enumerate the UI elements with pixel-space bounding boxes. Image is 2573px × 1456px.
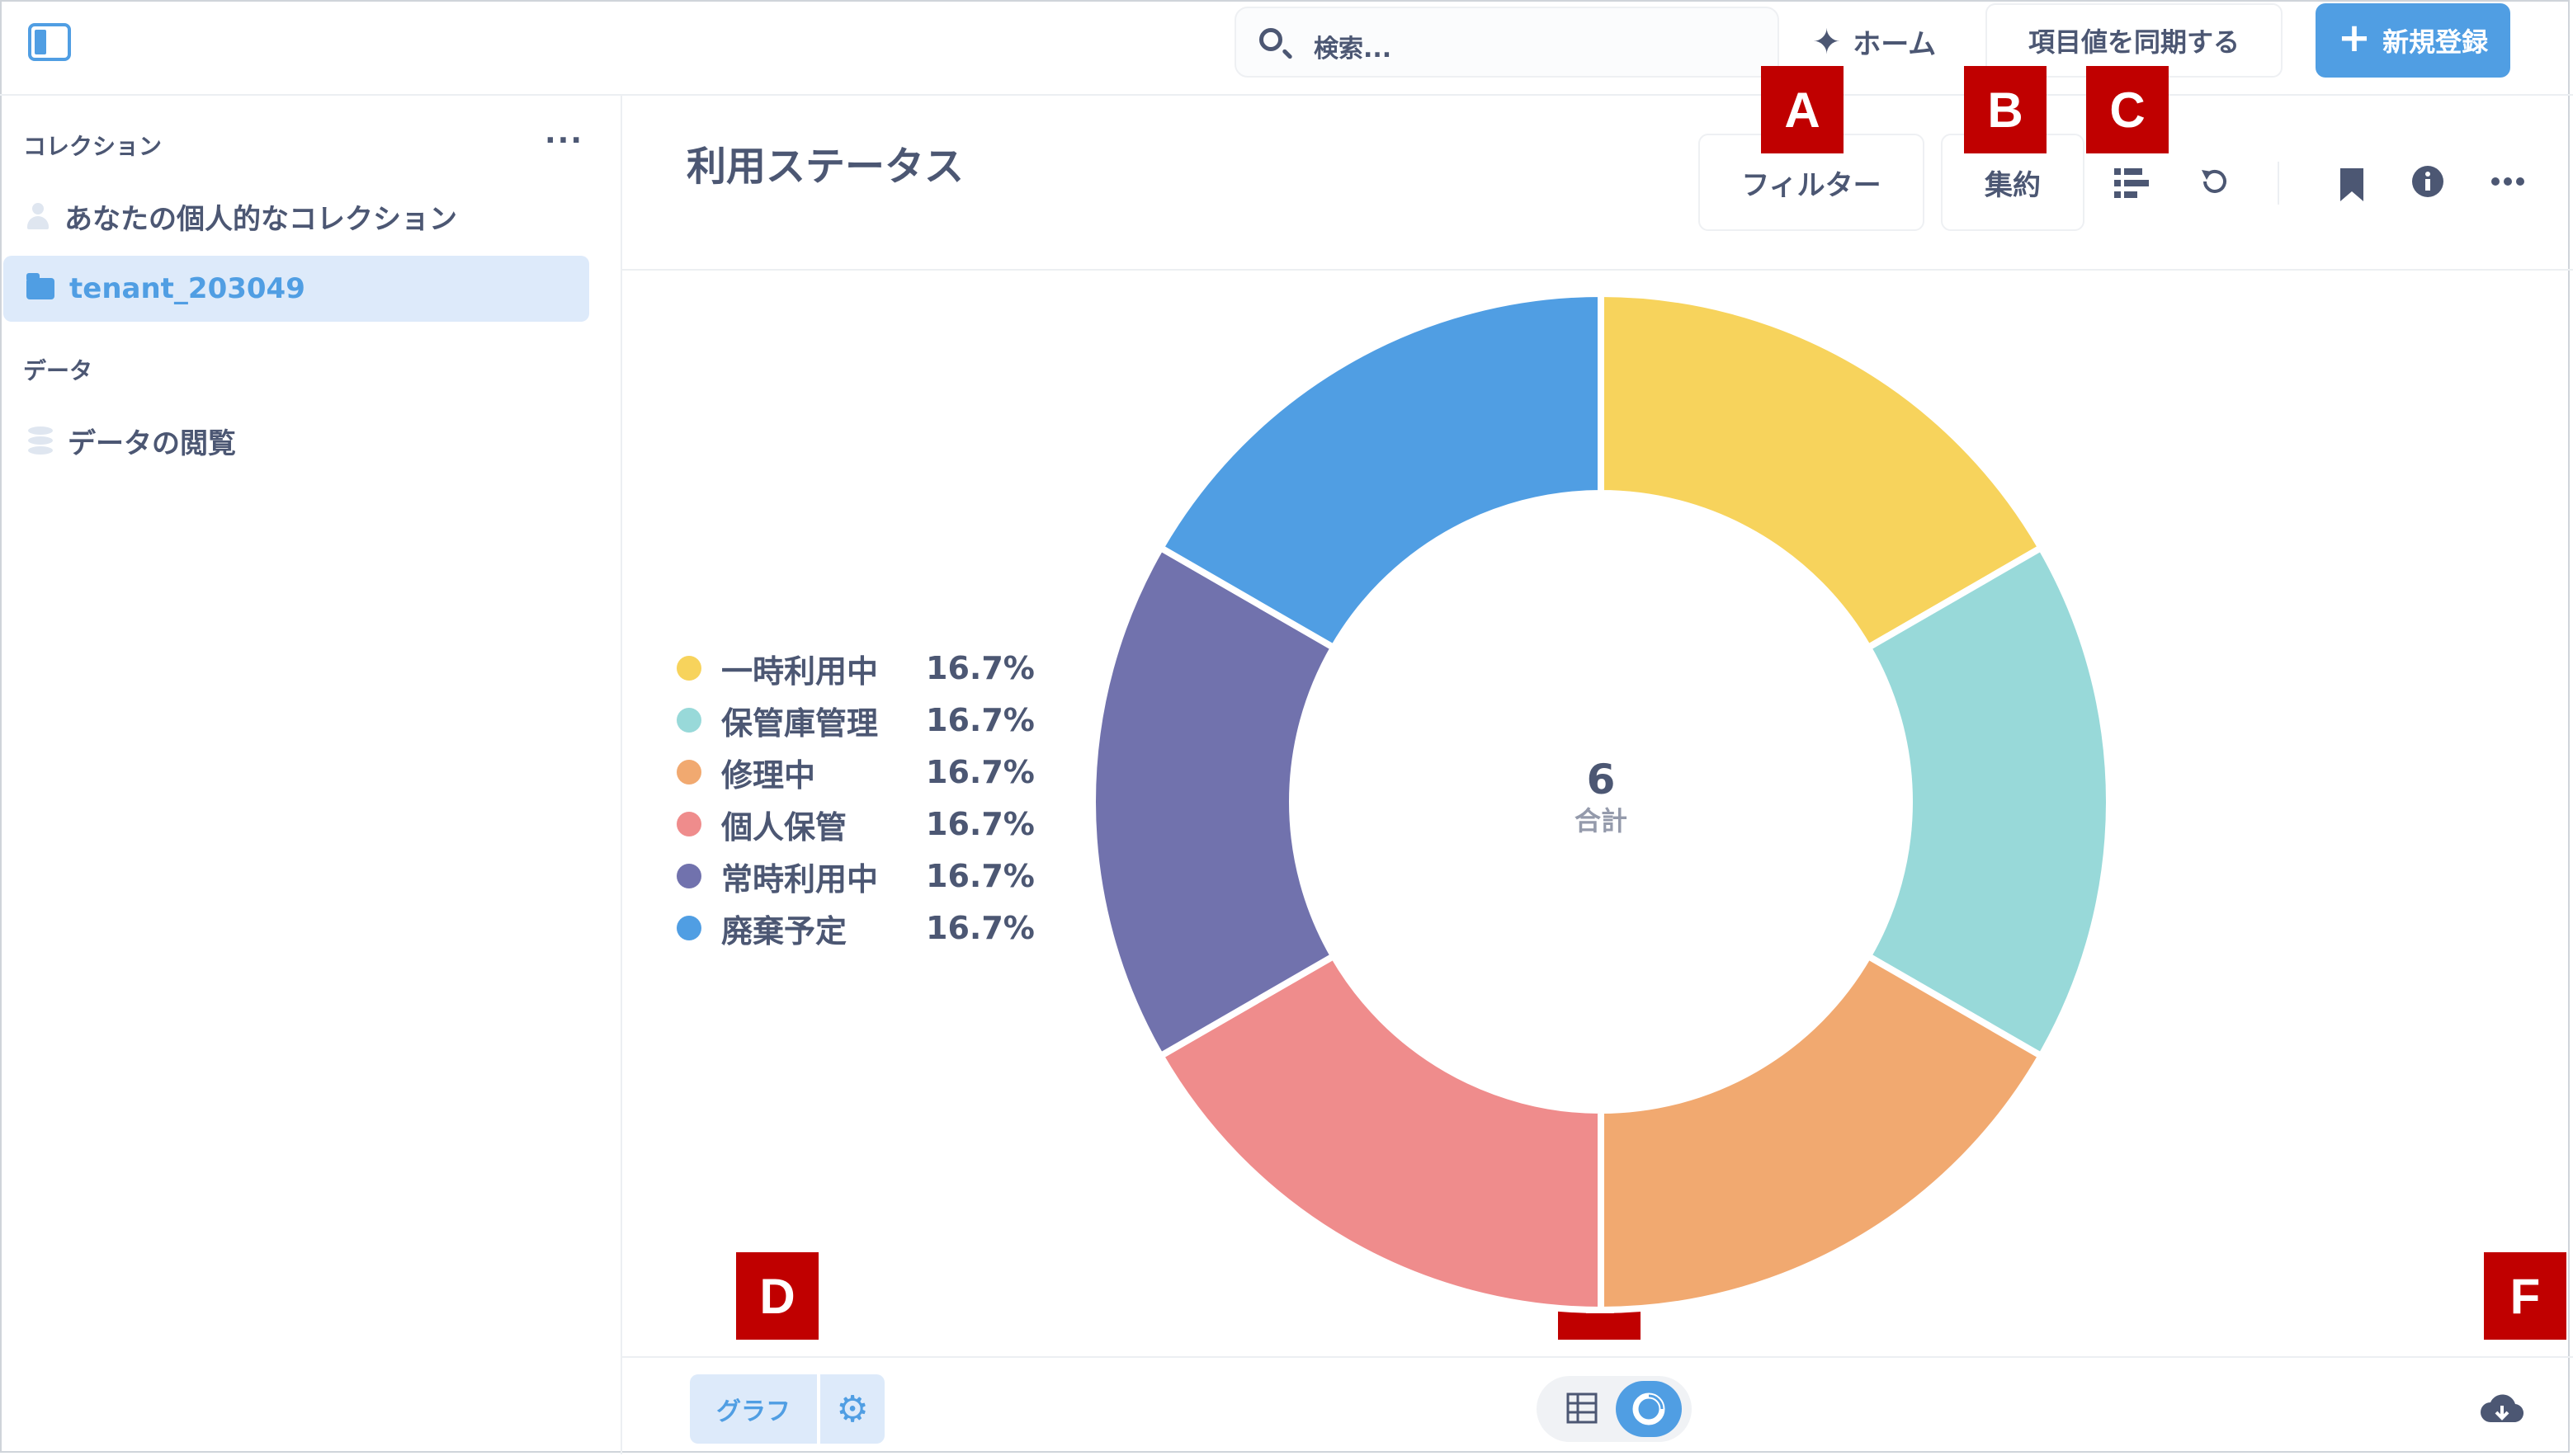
legend-item[interactable]: 個人保管 16.7% bbox=[677, 799, 1040, 849]
toolbar-divider bbox=[2278, 162, 2279, 205]
pie-chart-toggle[interactable] bbox=[1616, 1381, 1682, 1437]
sparkle-icon: ✦ bbox=[1812, 21, 1842, 62]
donut-chart: 6 合計 bbox=[1089, 290, 2113, 1313]
more-options-icon[interactable] bbox=[2490, 177, 2525, 186]
bookmark-icon[interactable] bbox=[2340, 168, 2363, 201]
legend-swatch bbox=[677, 708, 701, 733]
legend-swatch bbox=[677, 760, 701, 785]
legend-item[interactable]: 修理中 16.7% bbox=[677, 747, 1040, 797]
search-icon bbox=[1259, 28, 1282, 51]
notebook-editor-icon[interactable] bbox=[2114, 168, 2149, 198]
label-marker-d: D bbox=[736, 1252, 819, 1340]
label-marker-b: B bbox=[1964, 66, 2047, 153]
info-icon[interactable] bbox=[2411, 165, 2444, 198]
legend-label: 修理中 bbox=[721, 756, 816, 794]
table-icon[interactable] bbox=[1566, 1392, 1598, 1424]
view-toggle[interactable] bbox=[1537, 1376, 1692, 1442]
sidebar-item-browse-data[interactable]: データの閲覧 bbox=[28, 408, 236, 474]
legend-item[interactable]: 常時利用中 16.7% bbox=[677, 851, 1040, 901]
legend-label: 保管庫管理 bbox=[721, 704, 879, 742]
legend-label: 個人保管 bbox=[721, 808, 847, 846]
home-label: ホーム bbox=[1853, 27, 1937, 61]
sidebar-item-tenant[interactable]: tenant_203049 bbox=[3, 256, 589, 322]
legend-label: 一時利用中 bbox=[721, 653, 879, 690]
chart-total-value: 6 bbox=[1587, 756, 1616, 803]
legend-percent: 16.7% bbox=[926, 702, 1035, 738]
collections-menu-icon[interactable]: ··· bbox=[545, 124, 583, 158]
sidebar-toggle-icon[interactable] bbox=[28, 23, 71, 61]
chart-total-label: 合計 bbox=[1574, 805, 1627, 836]
legend-item[interactable]: 廃棄予定 16.7% bbox=[677, 903, 1040, 953]
legend-percent: 16.7% bbox=[926, 650, 1035, 686]
sidebar-item-personal-collection[interactable]: あなたの個人的なコレクション bbox=[26, 183, 457, 249]
legend-label: 常時利用中 bbox=[721, 860, 879, 898]
pie-chart-icon bbox=[1632, 1392, 1665, 1425]
sidebar-item-label: データの閲覧 bbox=[68, 426, 236, 460]
label-marker-f: F bbox=[2484, 1252, 2566, 1340]
search-input[interactable]: 検索... bbox=[1235, 7, 1779, 78]
legend-percent: 16.7% bbox=[926, 910, 1035, 946]
top-bar: 検索... ✦ ホーム 項目値を同期する + 新規登録 bbox=[0, 0, 2573, 96]
data-heading: データ bbox=[23, 357, 93, 384]
legend-swatch bbox=[677, 916, 701, 940]
collections-heading: コレクション bbox=[23, 133, 163, 160]
header-divider bbox=[622, 269, 2573, 271]
database-icon bbox=[28, 426, 53, 455]
visualization-button[interactable]: グラフ bbox=[690, 1374, 817, 1444]
legend-percent: 16.7% bbox=[926, 754, 1035, 790]
legend-percent: 16.7% bbox=[926, 806, 1035, 842]
legend-percent: 16.7% bbox=[926, 858, 1035, 894]
search-placeholder: 検索... bbox=[1314, 35, 1392, 64]
gear-icon[interactable]: ⚙ bbox=[820, 1374, 885, 1444]
new-label: 新規登録 bbox=[2382, 26, 2489, 58]
page-title: 利用ステータス bbox=[687, 144, 965, 190]
person-icon bbox=[26, 203, 50, 229]
legend-swatch bbox=[677, 656, 701, 681]
new-button[interactable]: + 新規登録 bbox=[2316, 3, 2510, 78]
sidebar-item-label: あなたの個人的なコレクション bbox=[64, 202, 457, 236]
legend-item[interactable]: 保管庫管理 16.7% bbox=[677, 695, 1040, 745]
sidebar-item-label: tenant_203049 bbox=[69, 272, 305, 305]
label-marker-a: A bbox=[1761, 66, 1844, 153]
plus-icon: + bbox=[2337, 15, 2372, 61]
legend-swatch bbox=[677, 812, 701, 836]
legend-label: 廃棄予定 bbox=[721, 912, 847, 949]
folder-icon bbox=[26, 273, 54, 299]
legend-swatch bbox=[677, 864, 701, 888]
refresh-icon[interactable] bbox=[2198, 165, 2231, 198]
download-icon[interactable] bbox=[2481, 1391, 2523, 1427]
footer-divider bbox=[622, 1356, 2573, 1358]
label-marker-c: C bbox=[2086, 66, 2169, 153]
legend-item[interactable]: 一時利用中 16.7% bbox=[677, 643, 1040, 693]
home-button[interactable]: ✦ ホーム bbox=[1812, 15, 1936, 68]
